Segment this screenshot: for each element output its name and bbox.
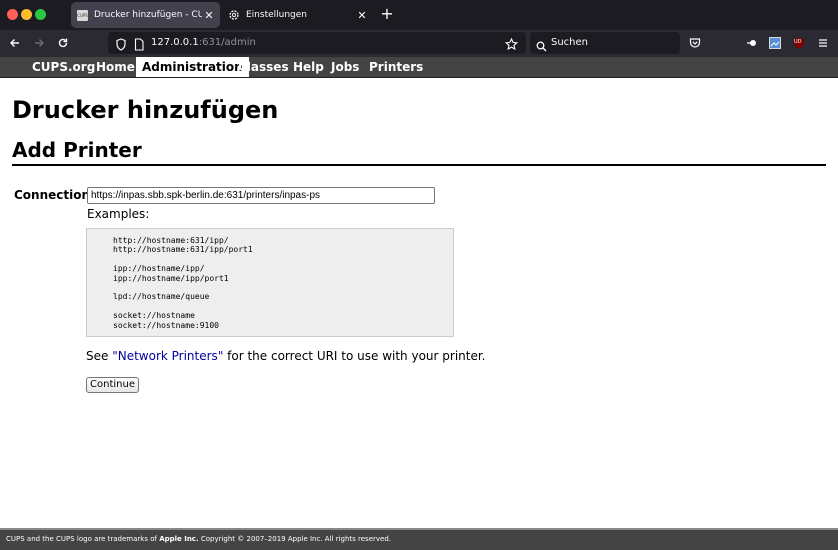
footer-part2: Copyright © 2007–2019 Apple Inc. All rig…: [198, 535, 391, 543]
url-path: :631/admin: [198, 37, 256, 48]
footer-part1: CUPS and the CUPS logo are trademarks of: [6, 535, 160, 543]
navigation-toolbar: 127.0.0.1:631/admin Suchen UD: [0, 30, 838, 57]
examples-label: Examples:: [87, 207, 150, 221]
search-bar[interactable]: Suchen: [530, 32, 680, 54]
footer: CUPS and the CUPS logo are trademarks of…: [0, 528, 838, 550]
pocket-icon[interactable]: [686, 34, 704, 52]
nav-help[interactable]: Help: [287, 57, 330, 77]
tab-title: Drucker hinzufügen - CUPS 2.3: [94, 10, 202, 20]
network-printers-link[interactable]: "Network Printers": [112, 349, 223, 363]
bookmark-star-icon[interactable]: [504, 36, 519, 55]
extension-icon[interactable]: [742, 34, 760, 52]
cups-navigation-bar: CUPS.org Home Administration Classes Hel…: [0, 57, 838, 78]
ublock-label: UD: [794, 39, 802, 45]
footer-text: CUPS and the CUPS logo are trademarks of…: [6, 535, 391, 543]
back-arrow-icon[interactable]: [6, 34, 24, 52]
connection-label: Connection:: [14, 188, 95, 202]
close-window-button[interactable]: [7, 9, 18, 20]
page-title: Drucker hinzufügen: [12, 96, 279, 124]
examples-box: http://hostname:631/ipp/ http://hostname…: [86, 228, 454, 337]
tab-settings[interactable]: Einstellungen ✕: [224, 2, 373, 28]
tab-strip: CUPS Drucker hinzufügen - CUPS 2.3 ✕ Ein…: [0, 0, 838, 30]
search-placeholder: Suchen: [551, 37, 589, 48]
footer-company: Apple Inc.: [159, 535, 199, 543]
hint-text: See "Network Printers" for the correct U…: [86, 349, 486, 363]
menu-icon[interactable]: [814, 34, 832, 52]
connection-input[interactable]: https://inpas.sbb.spk-berlin.de:631/prin…: [87, 187, 435, 204]
continue-button[interactable]: Continue: [86, 377, 139, 393]
cups-favicon-icon: CUPS: [77, 9, 88, 21]
section-heading: Add Printer: [12, 138, 826, 166]
shield-icon[interactable]: [115, 36, 127, 55]
forward-arrow-icon[interactable]: [30, 34, 48, 52]
nav-printers[interactable]: Printers: [363, 57, 429, 77]
image-extension-icon[interactable]: [766, 34, 784, 52]
gear-icon: [228, 9, 240, 21]
hint-suffix: for the correct URI to use with your pri…: [223, 349, 486, 363]
tab-close-icon[interactable]: ✕: [355, 9, 369, 22]
new-tab-button[interactable]: +: [378, 5, 396, 23]
zoom-window-button[interactable]: [35, 9, 46, 20]
tab-cups[interactable]: CUPS Drucker hinzufügen - CUPS 2.3 ✕: [71, 2, 220, 28]
main-content: Drucker hinzufügen Add Printer: [12, 96, 826, 166]
nav-home[interactable]: Home: [90, 57, 141, 77]
browser-chrome: CUPS Drucker hinzufügen - CUPS 2.3 ✕ Ein…: [0, 0, 838, 57]
tab-close-icon[interactable]: ✕: [202, 9, 216, 22]
url-text[interactable]: 127.0.0.1:631/admin: [151, 37, 256, 48]
search-icon: [536, 37, 547, 56]
url-host: 127.0.0.1: [151, 37, 199, 48]
page-icon[interactable]: [134, 36, 144, 55]
url-bar[interactable]: 127.0.0.1:631/admin: [108, 32, 526, 54]
tab-title: Einstellungen: [246, 10, 308, 20]
ublock-icon[interactable]: UD: [790, 34, 808, 52]
minimize-window-button[interactable]: [21, 9, 32, 20]
hint-prefix: See: [86, 349, 113, 363]
nav-classes[interactable]: Classes: [232, 57, 295, 77]
reload-icon[interactable]: [54, 34, 72, 52]
nav-jobs[interactable]: Jobs: [325, 57, 365, 77]
